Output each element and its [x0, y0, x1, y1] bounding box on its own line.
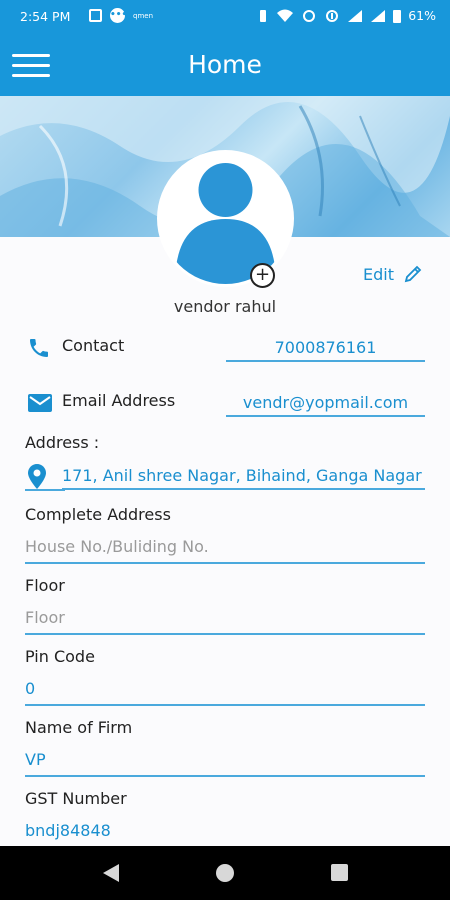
gst-number-input[interactable]: bndj84848 — [25, 821, 425, 848]
data-saver-icon — [326, 9, 339, 22]
status-bar: 2:54 PM ••• qmen 61% — [0, 0, 450, 34]
add-photo-icon[interactable]: + — [250, 263, 275, 288]
battery-percent: 61% — [408, 8, 436, 23]
address-value[interactable]: 171, Anil shree Nagar, Bihaind, Ganga Na… — [62, 466, 425, 490]
battery-icon — [393, 9, 402, 23]
system-nav-bar — [0, 846, 450, 900]
home-icon[interactable] — [216, 864, 234, 882]
profile-avatar[interactable] — [157, 150, 294, 287]
edit-profile-button[interactable]: Edit — [363, 264, 423, 284]
floor-label: Floor — [25, 576, 65, 595]
phone-icon — [30, 339, 48, 357]
signal-icon-2 — [371, 9, 386, 22]
app-bar: Home — [0, 34, 450, 96]
address-label: Address : — [25, 433, 100, 452]
contact-value[interactable]: 7000876161 — [226, 338, 425, 362]
pin-code-label: Pin Code — [25, 647, 95, 666]
chat-bubble-icon: ••• — [110, 8, 127, 23]
hotspot-icon — [303, 9, 316, 22]
recent-apps-icon[interactable] — [331, 864, 348, 881]
wifi-icon — [277, 9, 294, 22]
mail-icon — [28, 394, 52, 412]
floor-input[interactable]: Floor — [25, 608, 425, 635]
system-icons: 61% — [257, 8, 436, 23]
notification-app-icon — [89, 9, 102, 22]
firm-name-label: Name of Firm — [25, 718, 133, 737]
pencil-icon — [404, 265, 422, 283]
firm-name-input[interactable]: VP — [25, 750, 425, 777]
user-silhouette-icon — [160, 153, 291, 284]
contact-label: Contact — [62, 336, 125, 355]
signal-icon — [348, 9, 363, 22]
status-small-text: qmen — [133, 11, 154, 20]
edit-label: Edit — [363, 264, 394, 284]
gst-number-label: GST Number — [25, 789, 127, 808]
email-label: Email Address — [62, 391, 176, 410]
location-pin-icon — [28, 464, 46, 489]
notification-icons: ••• qmen — [89, 8, 153, 23]
complete-address-input[interactable]: House No./Buliding No. — [25, 537, 425, 564]
vendor-name: vendor rahul — [173, 297, 277, 316]
status-time: 2:54 PM — [20, 9, 71, 24]
page-title: Home — [188, 50, 262, 79]
complete-address-label: Complete Address — [25, 505, 171, 524]
email-value[interactable]: vendr@yopmail.com — [226, 393, 425, 417]
vibrate-icon — [260, 9, 267, 22]
address-underline — [25, 489, 65, 491]
back-icon[interactable] — [103, 864, 119, 882]
pin-code-input[interactable]: 0 — [25, 679, 425, 706]
